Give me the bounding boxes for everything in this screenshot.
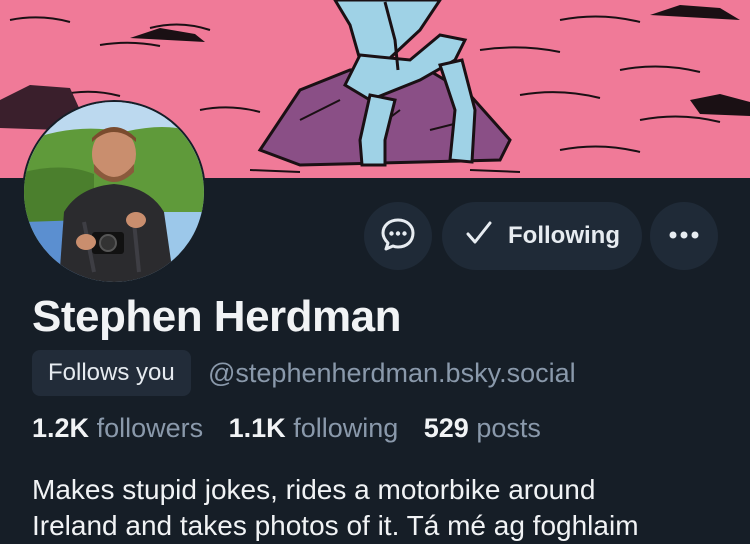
- posts-label: posts: [476, 413, 541, 443]
- followers-label: followers: [96, 413, 204, 443]
- display-name: Stephen Herdman: [32, 292, 402, 341]
- message-button[interactable]: [364, 202, 432, 270]
- followers-count: 1.2K: [32, 413, 90, 443]
- following-button[interactable]: Following: [442, 202, 642, 270]
- follows-you-badge: Follows you: [32, 350, 191, 396]
- bio-line-1: Makes stupid jokes, rides a motorbike ar…: [32, 474, 596, 505]
- followers-stat[interactable]: 1.2K followers: [32, 413, 203, 443]
- bio-line-2: Ireland and takes photos of it. Tá mé ag…: [32, 510, 639, 541]
- following-label: following: [293, 413, 399, 443]
- following-button-label: Following: [508, 222, 620, 249]
- avatar[interactable]: [22, 100, 206, 284]
- profile-bio: Makes stupid jokes, rides a motorbike ar…: [32, 472, 732, 544]
- profile-stats: 1.2K followers 1.1K following 529 posts: [32, 413, 559, 444]
- following-count: 1.1K: [228, 413, 286, 443]
- more-options-button[interactable]: [650, 202, 718, 270]
- chat-bubble-icon: [380, 216, 416, 257]
- posts-stat: 529 posts: [424, 413, 541, 443]
- ellipsis-icon: [668, 227, 700, 245]
- follows-you-label: Follows you: [48, 359, 175, 386]
- posts-count: 529: [423, 413, 469, 443]
- following-stat[interactable]: 1.1K following: [229, 413, 399, 443]
- profile-handle: @stephenherdman.bsky.social: [208, 358, 576, 388]
- check-icon: [464, 218, 494, 255]
